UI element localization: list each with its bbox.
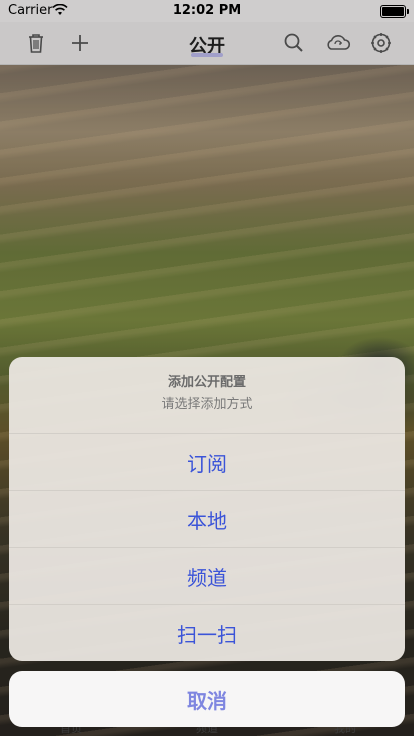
action-sheet: 添加公开配置 请选择添加方式 订阅 本地 频道 扫一扫	[9, 357, 405, 661]
cancel-button[interactable]: 取消	[9, 671, 405, 727]
action-sheet-message: 请选择添加方式	[161, 397, 253, 412]
subscribe-option[interactable]: 订阅	[9, 433, 405, 490]
action-sheet-title: 添加公开配置	[167, 375, 246, 390]
scan-option[interactable]: 扫一扫	[9, 604, 405, 661]
local-option[interactable]: 本地	[9, 490, 405, 547]
channel-option[interactable]: 频道	[9, 547, 405, 604]
action-sheet-header: 添加公开配置 请选择添加方式	[9, 357, 405, 433]
